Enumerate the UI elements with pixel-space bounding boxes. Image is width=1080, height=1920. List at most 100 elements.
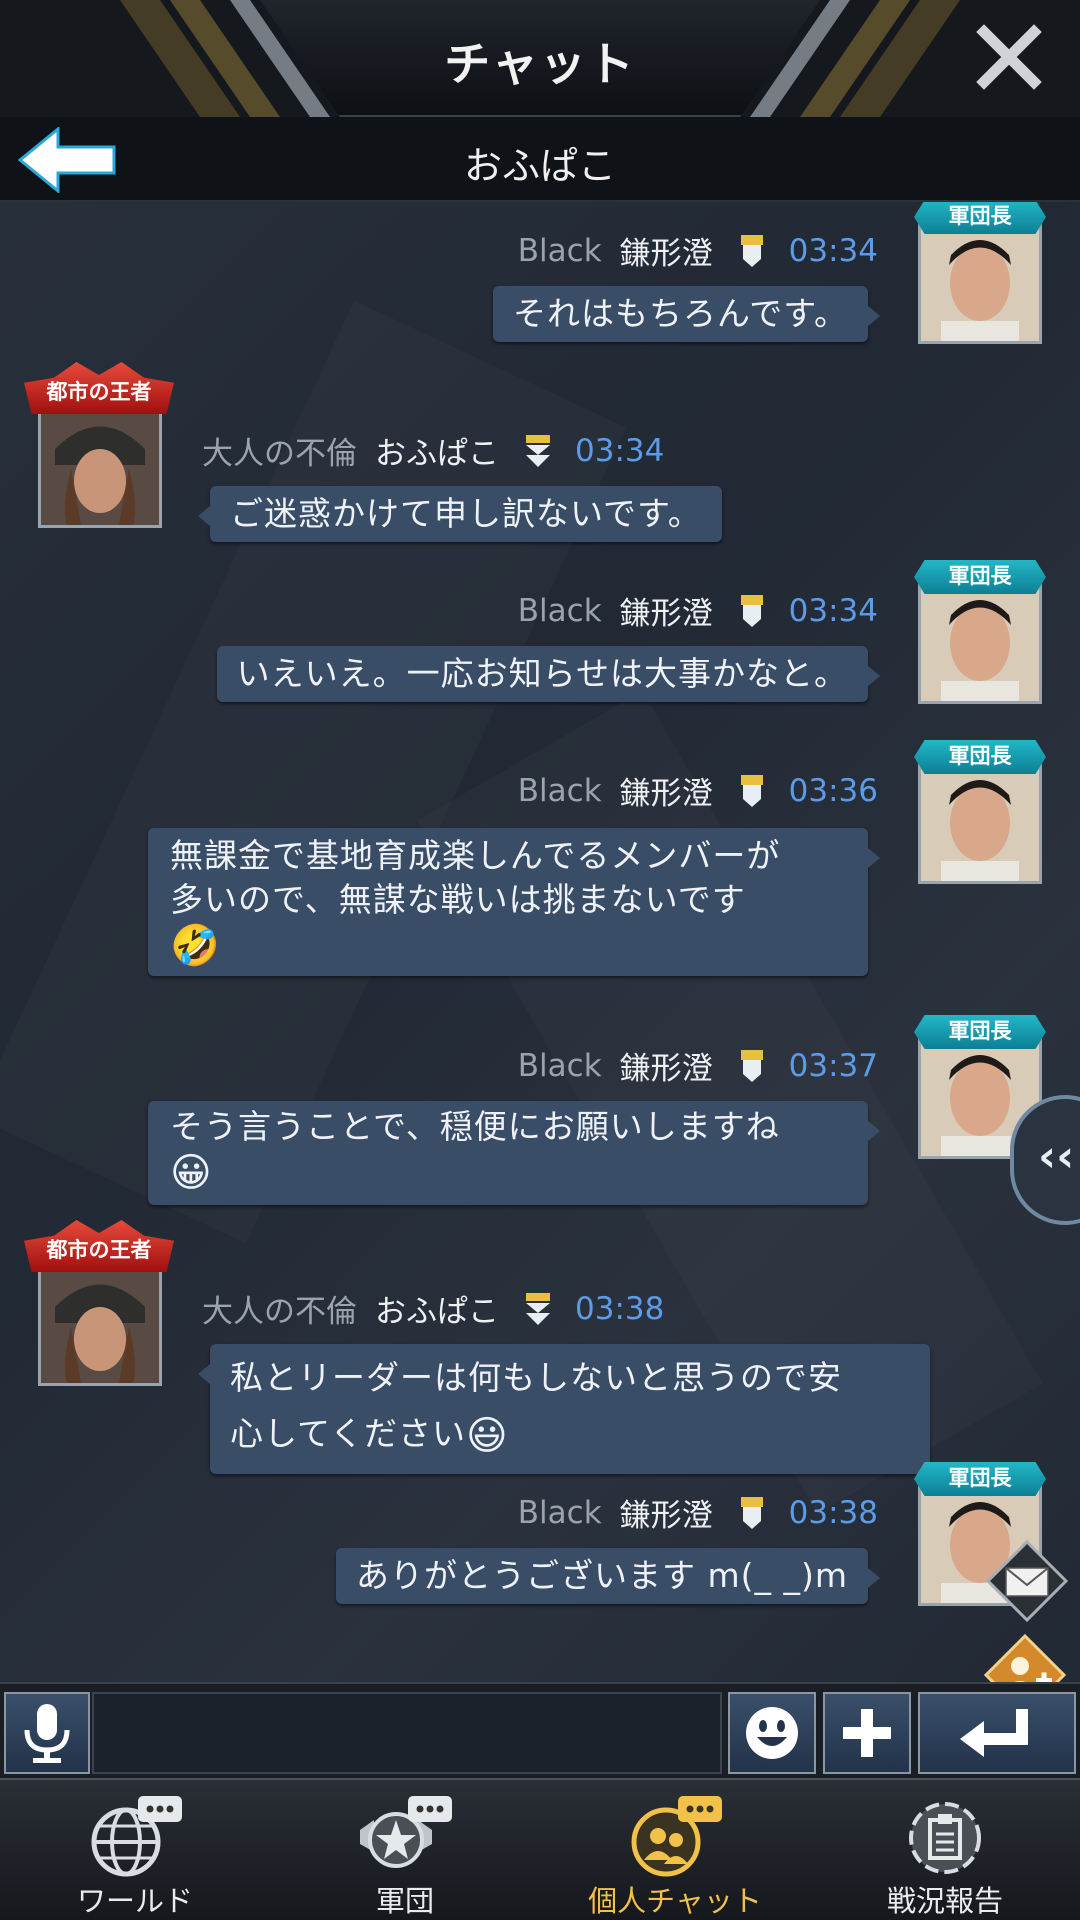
- message-text-line: 多いので、無謀な戦いは挑まないです: [170, 880, 746, 919]
- sender-name: おふぱこ: [375, 1294, 499, 1330]
- avatar-portrait: [38, 1264, 162, 1386]
- rank-insignia-icon: [740, 1496, 763, 1529]
- smiley-icon: [746, 1707, 798, 1759]
- message-time: 03:34: [788, 232, 878, 269]
- envelope-icon: [1005, 1567, 1049, 1597]
- sender-name: 鎌形澄: [619, 1051, 713, 1087]
- chat-message-list[interactable]: 軍団長 Black 鎌形澄 03:34 それはもちろんです。 都市の王者 大人の…: [0, 202, 1080, 1682]
- sender-name: 鎌形澄: [619, 776, 713, 812]
- message-text: ご迷惑かけて申し訳ないです。: [230, 494, 702, 533]
- emoji-button[interactable]: [728, 1692, 816, 1774]
- mail-button[interactable]: [986, 1540, 1068, 1622]
- plus-icon: [843, 1709, 891, 1757]
- message-bubble[interactable]: いえいえ。一応お知らせは大事かなと。: [216, 646, 881, 702]
- avatar-portrait: [918, 222, 1042, 344]
- message-text-line: 無課金で基地育成楽しんでるメンバーが: [170, 836, 781, 875]
- sender-name: 鎌形澄: [619, 236, 713, 272]
- alliance-tag: Black: [517, 1494, 602, 1531]
- avatar-portrait: [918, 762, 1042, 884]
- globe-chat-icon: [91, 1796, 182, 1877]
- rank-badge: 軍団長: [914, 1462, 1046, 1496]
- nav-legion-chat[interactable]: 軍団: [270, 1780, 540, 1920]
- avatar[interactable]: 軍団長: [914, 560, 1046, 704]
- rank-insignia-icon: [526, 1292, 550, 1325]
- message-input[interactable]: [92, 1692, 722, 1774]
- rank-insignia-icon: [526, 434, 550, 467]
- message-time: 03:34: [575, 432, 665, 469]
- message-bubble[interactable]: 無課金で基地育成楽しんでるメンバーが 多いので、無謀な戦いは挑まないです 🤣: [148, 828, 880, 976]
- message-meta: 大人の不倫 おふぱこ 03:34: [202, 428, 664, 473]
- message-text-line: そう言うことで、穏便にお願いしますね: [170, 1107, 780, 1146]
- avatar[interactable]: 都市の王者: [24, 1220, 174, 1386]
- message-time: 03:38: [575, 1290, 665, 1327]
- rank-insignia-icon: [740, 594, 763, 627]
- nav-label: 軍団: [375, 1884, 434, 1918]
- nav-battle-report[interactable]: 戦況報告: [810, 1780, 1080, 1920]
- voice-input-button[interactable]: [4, 1692, 90, 1774]
- message-bubble[interactable]: ありがとうございます m(_ _)m: [335, 1548, 881, 1604]
- microphone-icon: [24, 1704, 70, 1763]
- message-text-line: 私とリーダーは何もしないと思うので安: [230, 1358, 842, 1397]
- sender-name: おふぱこ: [375, 436, 499, 472]
- avatar-portrait: [918, 582, 1042, 704]
- report-icon: [909, 1802, 981, 1874]
- message-meta: Black 鎌形澄 03:34: [518, 228, 878, 273]
- message-time: 03:36: [788, 772, 878, 809]
- message-meta: Black 鎌形澄 03:38: [518, 1490, 878, 1535]
- add-friend-button[interactable]: [984, 1634, 1066, 1682]
- message-text-line: 心してください: [230, 1414, 467, 1453]
- message-meta: Black 鎌形澄 03:34: [518, 588, 878, 633]
- message-bubble[interactable]: ご迷惑かけて申し訳ないです。: [198, 486, 722, 542]
- chat-input-bar: [0, 1682, 1080, 1778]
- conversation-header: おふぱこ: [0, 117, 1080, 202]
- message-meta: 大人の不倫 おふぱこ 03:38: [202, 1286, 664, 1331]
- alliance-tag: 大人の不倫: [202, 436, 357, 472]
- rank-badge: 軍団長: [914, 202, 1046, 234]
- message-text: ありがとうございます m(_ _)m: [355, 1556, 848, 1595]
- alliance-tag: Black: [517, 232, 602, 269]
- bottom-navigation: ワールド 軍団 個人チャット 戦況報告: [0, 1778, 1080, 1920]
- nav-label: ワールド: [76, 1884, 193, 1918]
- message-bubble[interactable]: それはもちろんです。: [492, 286, 881, 342]
- add-attachment-button[interactable]: [823, 1692, 911, 1774]
- close-button[interactable]: [974, 22, 1044, 92]
- page-title: チャット: [444, 37, 636, 91]
- double-chevron-left-icon: ‹‹: [1038, 1131, 1075, 1182]
- nav-world-chat[interactable]: ワールド: [0, 1780, 270, 1920]
- message-text: それはもちろんです。: [512, 294, 848, 333]
- avatar[interactable]: 軍団長: [914, 740, 1046, 884]
- rank-badge: 都市の王者: [24, 1220, 174, 1272]
- title-bar: チャット: [0, 0, 1080, 117]
- close-icon: [976, 24, 1042, 90]
- grin-emoji-icon: 😀: [170, 1149, 213, 1196]
- alliance-tag: 大人の不倫: [202, 1294, 357, 1330]
- message-meta: Black 鎌形澄 03:36: [518, 768, 878, 813]
- message-bubble[interactable]: そう言うことで、穏便にお願いしますね 😀: [148, 1101, 880, 1205]
- rank-insignia-icon: [740, 774, 763, 807]
- conversation-title: おふぱこ: [463, 144, 616, 188]
- rank-badge: 軍団長: [914, 560, 1046, 594]
- legion-chat-icon: [360, 1796, 452, 1868]
- nav-label: 戦況報告: [886, 1884, 1003, 1918]
- rank-badge: 軍団長: [914, 1015, 1046, 1049]
- smile-emoji-icon: 😃: [466, 1412, 509, 1459]
- rank-insignia-icon: [740, 234, 763, 267]
- enter-arrow-icon: [960, 1709, 1028, 1757]
- send-button[interactable]: [918, 1692, 1076, 1774]
- message-time: 03:34: [788, 592, 878, 629]
- nav-private-chat[interactable]: 個人チャット: [540, 1780, 810, 1920]
- avatar-portrait: [38, 406, 162, 528]
- rank-badge: 軍団長: [914, 740, 1046, 774]
- alliance-tag: Black: [517, 592, 602, 629]
- sender-name: 鎌形澄: [619, 1498, 713, 1534]
- message-meta: Black 鎌形澄 03:37: [518, 1043, 878, 1088]
- avatar[interactable]: 軍団長: [914, 202, 1046, 344]
- rank-insignia-icon: [740, 1049, 763, 1082]
- rank-badge: 都市の王者: [24, 362, 174, 414]
- avatar[interactable]: 都市の王者: [24, 362, 174, 528]
- message-bubble[interactable]: 私とリーダーは何もしないと思うので安 心してください😃: [198, 1344, 930, 1474]
- message-time: 03:38: [788, 1494, 878, 1531]
- alliance-tag: Black: [517, 772, 602, 809]
- alliance-tag: Black: [517, 1047, 602, 1084]
- nav-label: 個人チャット: [588, 1884, 762, 1918]
